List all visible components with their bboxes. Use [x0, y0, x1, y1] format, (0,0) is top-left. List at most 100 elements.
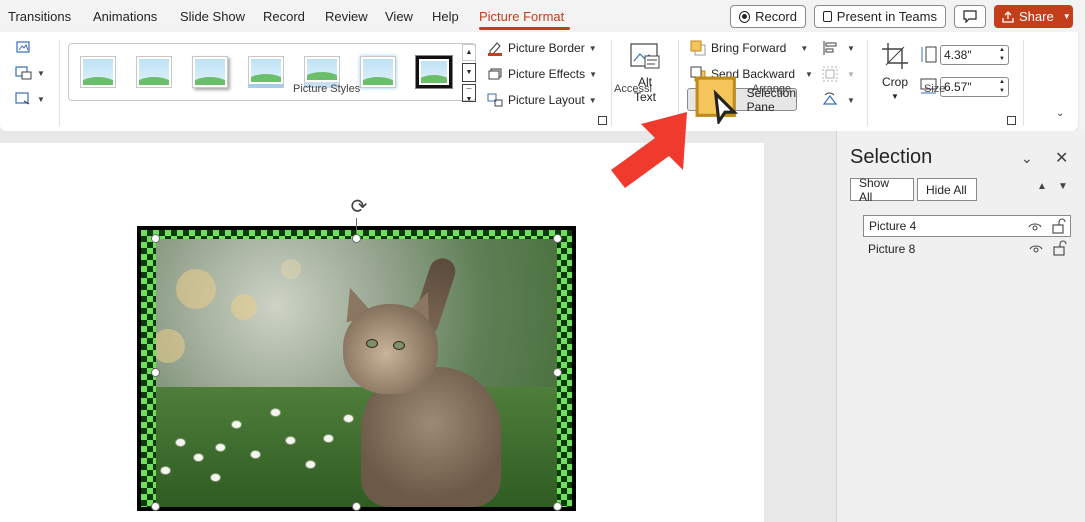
- collapse-ribbon-icon[interactable]: ⌄: [1056, 108, 1064, 119]
- daisy: [211, 474, 220, 481]
- daisy: [232, 421, 241, 428]
- chevron-down-icon: ▼: [847, 95, 855, 105]
- shape-height-input[interactable]: 4.38" ▲ ▼: [940, 45, 1009, 65]
- resize-handle-bottom-left[interactable]: [151, 502, 160, 511]
- height-spinner[interactable]: ▲ ▼: [999, 46, 1005, 64]
- change-picture-icon: [15, 92, 30, 105]
- selection-item-label: Picture 8: [868, 242, 916, 256]
- tab-slide-show[interactable]: Slide Show: [180, 9, 245, 24]
- present-label: Present in Teams: [836, 9, 937, 24]
- bring-forward-button[interactable]: Bring Forward ▼: [690, 40, 808, 56]
- show-all-label: Show All: [859, 175, 890, 204]
- tab-picture-format[interactable]: Picture Format: [479, 9, 564, 24]
- picture-style-6[interactable]: [360, 56, 396, 88]
- align-button[interactable]: ▼: [822, 40, 855, 56]
- close-icon[interactable]: ✕: [1055, 148, 1068, 168]
- change-picture-button[interactable]: ▼: [15, 92, 45, 106]
- tab-animations[interactable]: Animations: [93, 9, 157, 24]
- crop-icon: [882, 43, 908, 69]
- chevron-down-icon: ▼: [588, 95, 597, 105]
- daisy: [194, 454, 203, 461]
- picture-effects-icon: [488, 68, 502, 80]
- crop-button[interactable]: Crop ▼: [878, 40, 912, 106]
- daisy: [271, 409, 280, 416]
- resize-handle-right[interactable]: [553, 368, 562, 377]
- red-arrow-annotation: [611, 112, 687, 188]
- record-button[interactable]: Record: [730, 5, 806, 28]
- visibility-eye-icon[interactable]: [1028, 220, 1042, 234]
- hide-all-button[interactable]: Hide All: [917, 178, 977, 201]
- show-all-button[interactable]: Show All: [850, 175, 914, 204]
- share-button[interactable]: Share ▼: [994, 5, 1073, 28]
- gallery-scroll-up-button[interactable]: ▲: [462, 44, 476, 61]
- unlock-icon[interactable]: [1052, 218, 1066, 234]
- shape-width-input[interactable]: 6.57" ▲ ▼: [940, 77, 1009, 97]
- unlock-icon[interactable]: [1053, 240, 1067, 256]
- compress-pictures-button[interactable]: ▼: [15, 66, 45, 80]
- group-icon: [822, 66, 838, 82]
- picture-style-7[interactable]: [416, 56, 452, 88]
- daisy: [161, 467, 170, 474]
- chevron-down-icon: ▼: [891, 92, 899, 101]
- picture-style-3[interactable]: [192, 56, 228, 88]
- rotate-handle-icon[interactable]: ⟳: [347, 195, 371, 219]
- group-separator: [59, 40, 60, 126]
- shape-height-icon: [921, 46, 937, 63]
- alt-text-button[interactable]: Alt Text: [622, 40, 668, 106]
- resize-handle-top-right[interactable]: [553, 234, 562, 243]
- tab-review[interactable]: Review: [325, 9, 368, 24]
- picture-style-4[interactable]: [248, 56, 284, 88]
- arrange-group-label: Arrange: [752, 83, 792, 95]
- share-icon: [1002, 10, 1014, 23]
- pane-options-chevron-icon[interactable]: ⌄: [1021, 150, 1033, 167]
- comments-button[interactable]: [954, 5, 986, 28]
- size-dialog-launcher-icon[interactable]: [1007, 116, 1016, 125]
- send-backward-order-icon[interactable]: ▼: [1058, 181, 1068, 192]
- teams-icon: [823, 11, 832, 22]
- rotate-button[interactable]: ▼: [822, 92, 855, 108]
- width-spinner[interactable]: ▲ ▼: [999, 78, 1005, 96]
- menu-bar: Transitions Animations Slide Show Record…: [0, 0, 1085, 32]
- size-group-label: Size: [924, 83, 946, 95]
- cat-eye: [393, 341, 405, 350]
- selection-item-picture-8[interactable]: Picture 8: [863, 238, 1071, 260]
- visibility-eye-icon[interactable]: [1029, 242, 1043, 256]
- picture-layout-label: Picture Layout: [508, 93, 585, 107]
- gallery-more-button[interactable]: ─ ▼: [462, 84, 476, 103]
- tab-help[interactable]: Help: [432, 9, 459, 24]
- picture-effects-button[interactable]: Picture Effects ▼: [487, 66, 597, 82]
- group-objects-button[interactable]: ▼: [822, 66, 855, 82]
- cat-head: [343, 304, 438, 394]
- chevron-down-icon: ▼: [847, 69, 855, 79]
- daisy: [216, 444, 225, 451]
- bring-forward-icon: [690, 40, 706, 56]
- remove-background-icon[interactable]: [15, 40, 31, 54]
- selection-item-label: Picture 4: [869, 219, 917, 233]
- picture-layout-button[interactable]: Picture Layout ▼: [487, 92, 597, 108]
- present-in-teams-button[interactable]: Present in Teams: [814, 5, 946, 28]
- daisy: [286, 437, 295, 444]
- comment-icon: [963, 10, 977, 23]
- tab-record[interactable]: Record: [263, 9, 305, 24]
- resize-handle-top[interactable]: [352, 234, 361, 243]
- resize-handle-top-left[interactable]: [151, 234, 160, 243]
- kitten-photo[interactable]: [156, 239, 557, 507]
- tab-transitions[interactable]: Transitions: [8, 9, 71, 24]
- record-label: Record: [755, 9, 797, 24]
- share-dropdown-icon[interactable]: ▼: [1063, 12, 1071, 21]
- picture-border-button[interactable]: Picture Border ▼: [487, 40, 597, 56]
- rotate-icon: [822, 92, 838, 105]
- accessibility-group-label: Accessi: [614, 83, 652, 95]
- gallery-scroll-down-button[interactable]: ▼: [462, 63, 476, 82]
- shape-height-value: 4.38": [944, 48, 972, 62]
- bokeh-light: [281, 259, 301, 279]
- resize-handle-bottom[interactable]: [352, 502, 361, 511]
- picture-style-2[interactable]: [136, 56, 172, 88]
- picture-style-1[interactable]: [80, 56, 116, 88]
- crop-label: Crop: [881, 75, 908, 89]
- tab-view[interactable]: View: [385, 9, 413, 24]
- resize-handle-bottom-right[interactable]: [553, 502, 562, 511]
- resize-handle-left[interactable]: [151, 368, 160, 377]
- selection-item-picture-4[interactable]: Picture 4: [863, 215, 1071, 237]
- bring-forward-order-icon[interactable]: ▲: [1037, 181, 1047, 192]
